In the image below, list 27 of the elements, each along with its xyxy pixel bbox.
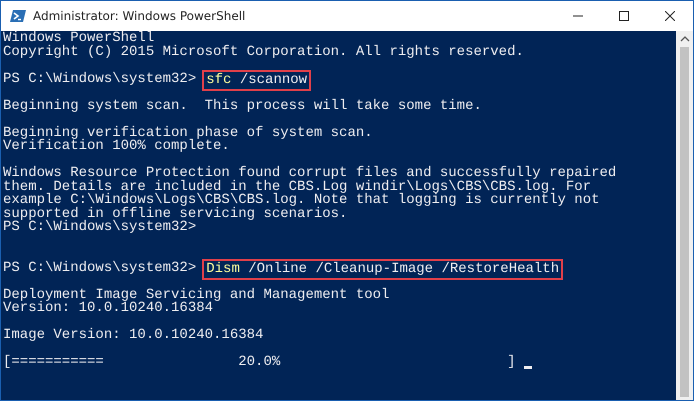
console-prompt: PS C:\Windows\system32>: [3, 72, 196, 86]
command-text: Dism /Online /Cleanup-Image /RestoreHealth: [206, 260, 560, 276]
console-prompt: PS C:\Windows\system32>: [3, 221, 196, 234]
console-output: supported in offline servicing scenarios.: [3, 208, 348, 221]
progress-bar-text: [===========: [3, 356, 104, 370]
console-output: Windows Resource Protection found corrupt files and successfully repaired: [3, 167, 616, 180]
console-output: Windows PowerShell: [3, 32, 154, 46]
console-output: Beginning system scan. This process will take some time.: [3, 100, 482, 113]
console-output: them. Details are included in the CBS.Log windir\Logs\CBS\CBS.log. For: [3, 180, 592, 194]
scrollbar[interactable]: [676, 31, 693, 400]
console-output: Beginning verification phase of system scan.: [3, 126, 373, 140]
maximize-icon[interactable]: [619, 11, 629, 21]
console-output: Deployment Image Servicing and Management tool: [3, 288, 390, 302]
console-output: Verification 100% complete.: [3, 140, 230, 154]
console-prompt: PS C:\Windows\system32>: [3, 262, 196, 275]
progress-percent: 20.0%: [238, 356, 280, 370]
close-icon[interactable]: [665, 11, 675, 21]
powershell-icon: [10, 8, 26, 24]
console-output: example C:\Windows\Logs\CBS\CBS.log. Note that logging is currently not: [3, 194, 600, 208]
progress-bar-end: ]: [507, 356, 516, 370]
scroll-up-icon[interactable]: [680, 36, 690, 42]
console-output: Version: 10.0.10240.16384: [3, 302, 214, 316]
scrollbar-thumb[interactable]: [680, 47, 689, 397]
console-output: Copyright (C) 2015 Microsoft Corporation. All rights reserved.: [3, 46, 524, 59]
window-title: Administrator: Windows PowerShell: [33, 9, 246, 23]
command-text: sfc /scannow: [206, 72, 308, 88]
console-output: Image Version: 10.0.10240.16384: [3, 329, 264, 342]
